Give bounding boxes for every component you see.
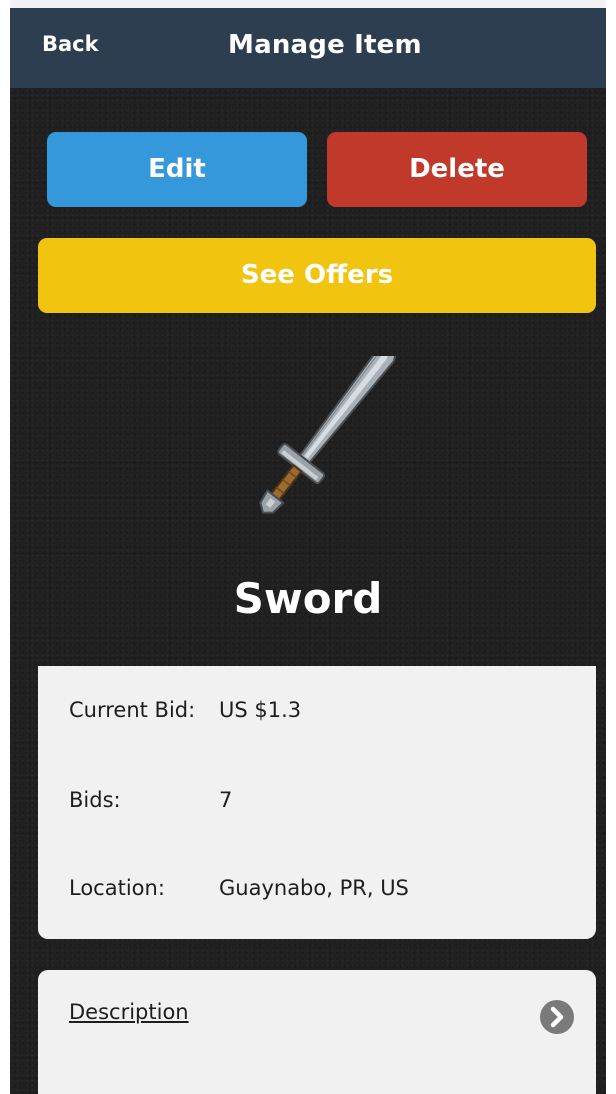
bids-value: 7	[219, 788, 233, 812]
chevron-right-icon[interactable]	[540, 1000, 574, 1034]
right-margin	[606, 0, 616, 1094]
item-info-card: Current Bid: US $1.3 Bids: 7 Location: G…	[38, 666, 596, 939]
back-button[interactable]: Back	[42, 32, 99, 56]
app-screen: Back Manage Item Edit Delete See Offers	[10, 8, 606, 1094]
location-label: Location:	[69, 876, 165, 900]
location-value: Guaynabo, PR, US	[219, 876, 409, 900]
navigation-bar: Back Manage Item	[10, 8, 606, 88]
delete-button[interactable]: Delete	[327, 132, 587, 207]
sword-icon	[206, 337, 416, 546]
current-bid-value: US $1.3	[219, 698, 302, 722]
left-margin	[0, 0, 10, 1094]
current-bid-label: Current Bid:	[69, 698, 196, 722]
page-title: Manage Item	[228, 30, 422, 60]
edit-button[interactable]: Edit	[47, 132, 307, 207]
see-offers-button[interactable]: See Offers	[38, 238, 596, 313]
description-card[interactable]: Description	[38, 970, 596, 1094]
item-name: Sword	[233, 574, 383, 623]
bids-label: Bids:	[69, 788, 121, 812]
description-link[interactable]: Description	[69, 1000, 189, 1024]
